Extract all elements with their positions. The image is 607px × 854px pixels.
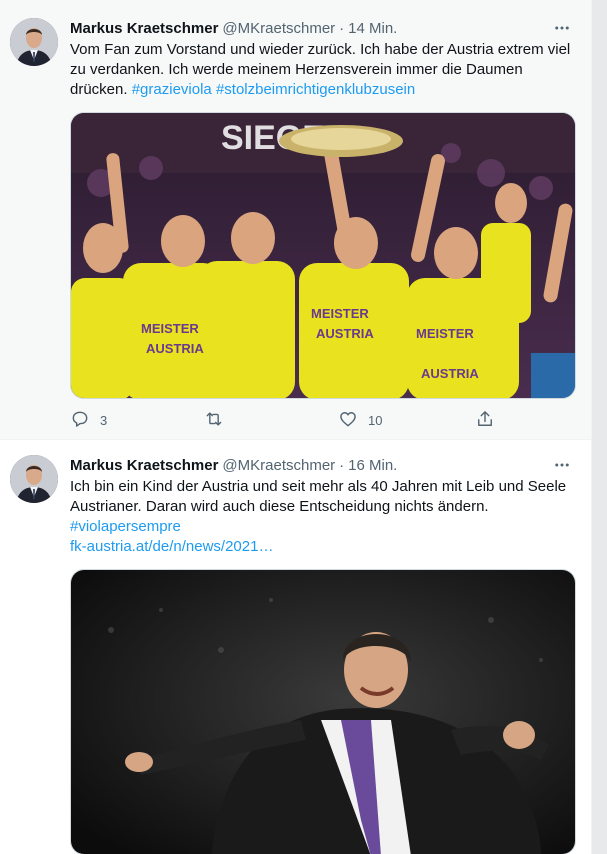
reply-button[interactable]: 3	[70, 409, 107, 432]
separator-dot: ·	[339, 19, 345, 37]
tweet-text: Ich bin ein Kind der Austria und seit me…	[70, 477, 576, 557]
author-handle[interactable]: @MKraetschmer	[222, 20, 335, 37]
svg-text:MEISTER: MEISTER	[416, 326, 474, 341]
retweet-button[interactable]	[204, 409, 234, 432]
hashtag-link[interactable]: #violapersempre	[70, 517, 576, 537]
svg-text:AUSTRIA: AUSTRIA	[316, 326, 374, 341]
hashtag-link[interactable]: #grazieviola	[132, 81, 212, 98]
tweet-header: Markus Kraetschmer @MKraetschmer · 16 Mi…	[70, 455, 576, 475]
avatar[interactable]	[10, 455, 58, 503]
tweet-header: Markus Kraetschmer @MKraetschmer · 14 Mi…	[70, 18, 576, 38]
avatar[interactable]	[10, 18, 58, 66]
tweet-content: Markus Kraetschmer @MKraetschmer · 14 Mi…	[70, 18, 576, 100]
tweet-actions: 3 10	[70, 408, 500, 432]
svg-text:MEISTER: MEISTER	[141, 321, 199, 336]
tweet-photo[interactable]: SIEGER	[70, 112, 576, 399]
hashtag-link[interactable]: #stolzbeimrichtigenklubzusein	[216, 81, 415, 98]
timestamp[interactable]: 14 Min.	[348, 20, 397, 37]
author-handle[interactable]: @MKraetschmer	[222, 457, 335, 474]
separator-dot: ·	[339, 456, 345, 474]
tweet-body: Ich bin ein Kind der Austria und seit me…	[70, 478, 567, 515]
more-options-icon[interactable]	[550, 453, 574, 477]
svg-text:MEISTER: MEISTER	[311, 306, 369, 321]
tweet[interactable]: Markus Kraetschmer @MKraetschmer · 16 Mi…	[0, 441, 591, 854]
share-button[interactable]	[475, 409, 495, 432]
retweet-icon	[204, 409, 224, 432]
tweet-content: Markus Kraetschmer @MKraetschmer · 16 Mi…	[70, 455, 576, 557]
heart-icon	[338, 409, 358, 432]
share-icon	[475, 409, 495, 432]
like-button[interactable]: 10	[338, 409, 382, 432]
tweet-text: Vom Fan zum Vorstand und wieder zurück. …	[70, 40, 576, 100]
tweet-photo[interactable]	[70, 569, 576, 854]
author-name[interactable]: Markus Kraetschmer	[70, 20, 218, 37]
like-count: 10	[368, 412, 383, 428]
reply-count: 3	[100, 412, 108, 428]
tweet[interactable]: Markus Kraetschmer @MKraetschmer · 14 Mi…	[0, 0, 591, 440]
timestamp[interactable]: 16 Min.	[348, 457, 397, 474]
timeline: Markus Kraetschmer @MKraetschmer · 14 Mi…	[0, 0, 592, 854]
author-name[interactable]: Markus Kraetschmer	[70, 457, 218, 474]
more-options-icon[interactable]	[550, 16, 574, 40]
svg-text:AUSTRIA: AUSTRIA	[421, 366, 479, 381]
svg-text:AUSTRIA: AUSTRIA	[146, 341, 204, 356]
reply-icon	[70, 409, 90, 432]
scrollbar[interactable]	[592, 0, 607, 854]
external-link[interactable]: fk-austria.at/de/n/news/2021…	[70, 537, 576, 557]
